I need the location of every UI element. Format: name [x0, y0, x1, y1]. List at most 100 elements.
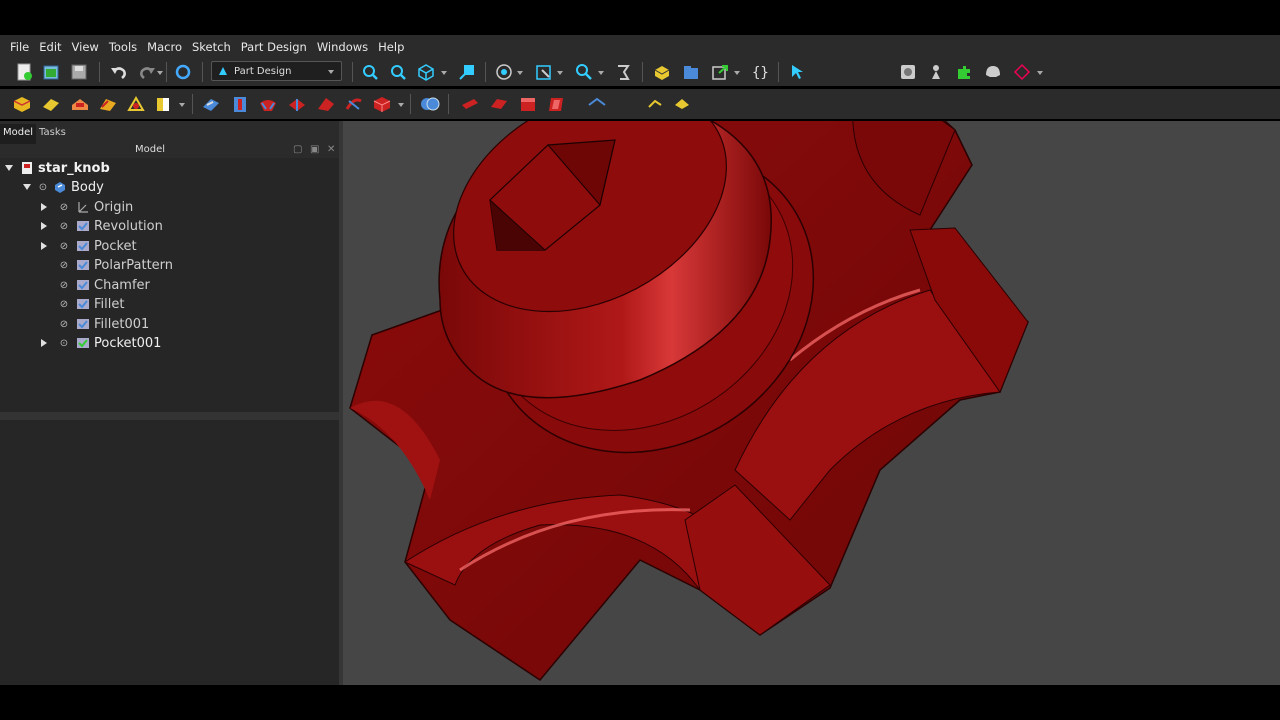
menu-view[interactable]: View: [68, 40, 103, 54]
fit-selection-icon[interactable]: [388, 62, 408, 82]
tree-item-body[interactable]: ⊙ Body: [23, 178, 104, 196]
clipping-plane-icon[interactable]: [613, 62, 633, 82]
close-icon[interactable]: ✕: [327, 144, 335, 155]
linear-pattern-icon[interactable]: [645, 94, 665, 114]
refresh-icon[interactable]: [173, 62, 193, 82]
origin-icon: [78, 202, 88, 213]
expand-arrow-icon[interactable]: [41, 222, 47, 230]
hidden-eye-icon[interactable]: ⊘: [57, 221, 71, 232]
addon-manager-icon[interactable]: [898, 62, 918, 82]
tree-item-pocket001[interactable]: ⊙ Pocket001: [41, 334, 161, 352]
workbench-label: Part Design: [234, 65, 292, 77]
clone-icon[interactable]: [126, 94, 146, 114]
additive-box-icon[interactable]: [372, 94, 392, 114]
fillet-icon[interactable]: [460, 94, 480, 114]
main-toolbar: {}: [0, 58, 1280, 86]
workbench-selector[interactable]: Part Design: [211, 61, 342, 81]
draw-style-icon[interactable]: [494, 62, 514, 82]
tab-tasks[interactable]: Tasks: [36, 124, 69, 144]
multi-transform-icon[interactable]: [672, 94, 692, 114]
datum-icon[interactable]: [154, 94, 174, 114]
fillet-icon: [77, 319, 89, 329]
menu-windows[interactable]: Windows: [313, 40, 372, 54]
expand-arrow-icon[interactable]: [5, 165, 13, 171]
revolution-icon[interactable]: [230, 94, 250, 114]
pad-icon[interactable]: [201, 94, 221, 114]
create-body-icon[interactable]: [12, 94, 32, 114]
boolean-icon[interactable]: [420, 94, 440, 114]
draft-icon[interactable]: [518, 94, 538, 114]
panel-splitter[interactable]: [0, 412, 339, 420]
diamond-macro-icon[interactable]: [1012, 62, 1032, 82]
additive-pipe-icon[interactable]: [287, 94, 307, 114]
helmet-icon[interactable]: [983, 62, 1003, 82]
tree-item-fillet[interactable]: ⊘ Fillet: [57, 295, 125, 313]
hidden-eye-icon[interactable]: ⊘: [57, 202, 71, 213]
tree-item-pocket[interactable]: ⊘ Pocket: [41, 237, 137, 255]
hidden-eye-icon[interactable]: ⊘: [57, 260, 71, 271]
expand-arrow-icon[interactable]: [41, 242, 47, 250]
visibility-eye-icon[interactable]: ⊙: [57, 338, 71, 349]
menu-file[interactable]: File: [6, 40, 33, 54]
panel-title: Model: [135, 144, 166, 155]
tree-item-polarpattern[interactable]: ⊘ PolarPattern: [57, 256, 173, 274]
thickness-icon[interactable]: [547, 94, 567, 114]
chamfer-icon[interactable]: [489, 94, 509, 114]
save-icon[interactable]: [69, 62, 89, 82]
expand-arrow-icon[interactable]: [23, 184, 31, 190]
hidden-eye-icon[interactable]: ⊘: [57, 280, 71, 291]
tree-item-chamfer[interactable]: ⊘ Chamfer: [57, 276, 150, 294]
additive-primitive-icon[interactable]: [344, 94, 364, 114]
new-document-icon[interactable]: [14, 62, 34, 82]
macro-figure-icon[interactable]: [926, 62, 946, 82]
expand-arrow-icon[interactable]: [41, 339, 47, 347]
group-icon[interactable]: [681, 62, 701, 82]
tree-item-label: Pocket: [94, 238, 137, 254]
tab-model[interactable]: Model: [0, 124, 37, 144]
menu-edit[interactable]: Edit: [35, 40, 65, 54]
dock-icon[interactable]: ▢: [293, 144, 302, 155]
tree-item-label: Body: [71, 179, 104, 195]
open-document-icon[interactable]: [41, 62, 61, 82]
additive-loft-icon[interactable]: [258, 94, 278, 114]
fit-all-icon[interactable]: [360, 62, 380, 82]
menu-macro[interactable]: Macro: [143, 40, 186, 54]
undo-icon[interactable]: [109, 62, 129, 82]
variables-icon[interactable]: {}: [750, 62, 770, 82]
redo-icon[interactable]: [137, 62, 157, 82]
whats-this-icon[interactable]: [788, 62, 808, 82]
menu-help[interactable]: Help: [374, 40, 408, 54]
revolution-icon: [77, 221, 89, 231]
sync-view-icon[interactable]: [457, 62, 477, 82]
measure-icon[interactable]: [574, 62, 594, 82]
part-icon[interactable]: [652, 62, 672, 82]
part-design-icon: [219, 67, 227, 75]
puzzle-addon-icon[interactable]: [954, 62, 974, 82]
tree-item-document[interactable]: star_knob: [5, 159, 110, 177]
tree-item-revolution[interactable]: ⊘ Revolution: [41, 217, 163, 235]
create-sketch-icon[interactable]: [41, 94, 61, 114]
link-icon[interactable]: [710, 62, 730, 82]
tree-item-label: Pocket001: [94, 335, 162, 351]
mirrored-icon[interactable]: [587, 94, 607, 114]
expand-arrow-icon[interactable]: [41, 203, 47, 211]
menu-tools[interactable]: Tools: [105, 40, 141, 54]
float-icon[interactable]: ▣: [310, 144, 319, 155]
tree-item-origin[interactable]: ⊘ Origin: [41, 198, 133, 216]
check-geometry-icon[interactable]: [98, 94, 118, 114]
bounding-box-icon[interactable]: [534, 62, 554, 82]
menu-sketch[interactable]: Sketch: [188, 40, 235, 54]
tree-item-label: Revolution: [94, 218, 163, 234]
menu-part-design[interactable]: Part Design: [237, 40, 311, 54]
additive-helix-icon[interactable]: [316, 94, 336, 114]
hidden-eye-icon[interactable]: ⊘: [57, 299, 71, 310]
3d-viewport[interactable]: [343, 121, 1280, 685]
chevron-down-icon: [328, 70, 334, 74]
tree-item-fillet001[interactable]: ⊘ Fillet001: [57, 315, 149, 333]
hidden-eye-icon[interactable]: ⊘: [57, 241, 71, 252]
standard-views-icon[interactable]: [416, 62, 436, 82]
validate-sketch-icon[interactable]: [70, 94, 90, 114]
property-view: [0, 420, 339, 685]
visibility-eye-icon[interactable]: ⊙: [36, 182, 50, 193]
hidden-eye-icon[interactable]: ⊘: [57, 319, 71, 330]
